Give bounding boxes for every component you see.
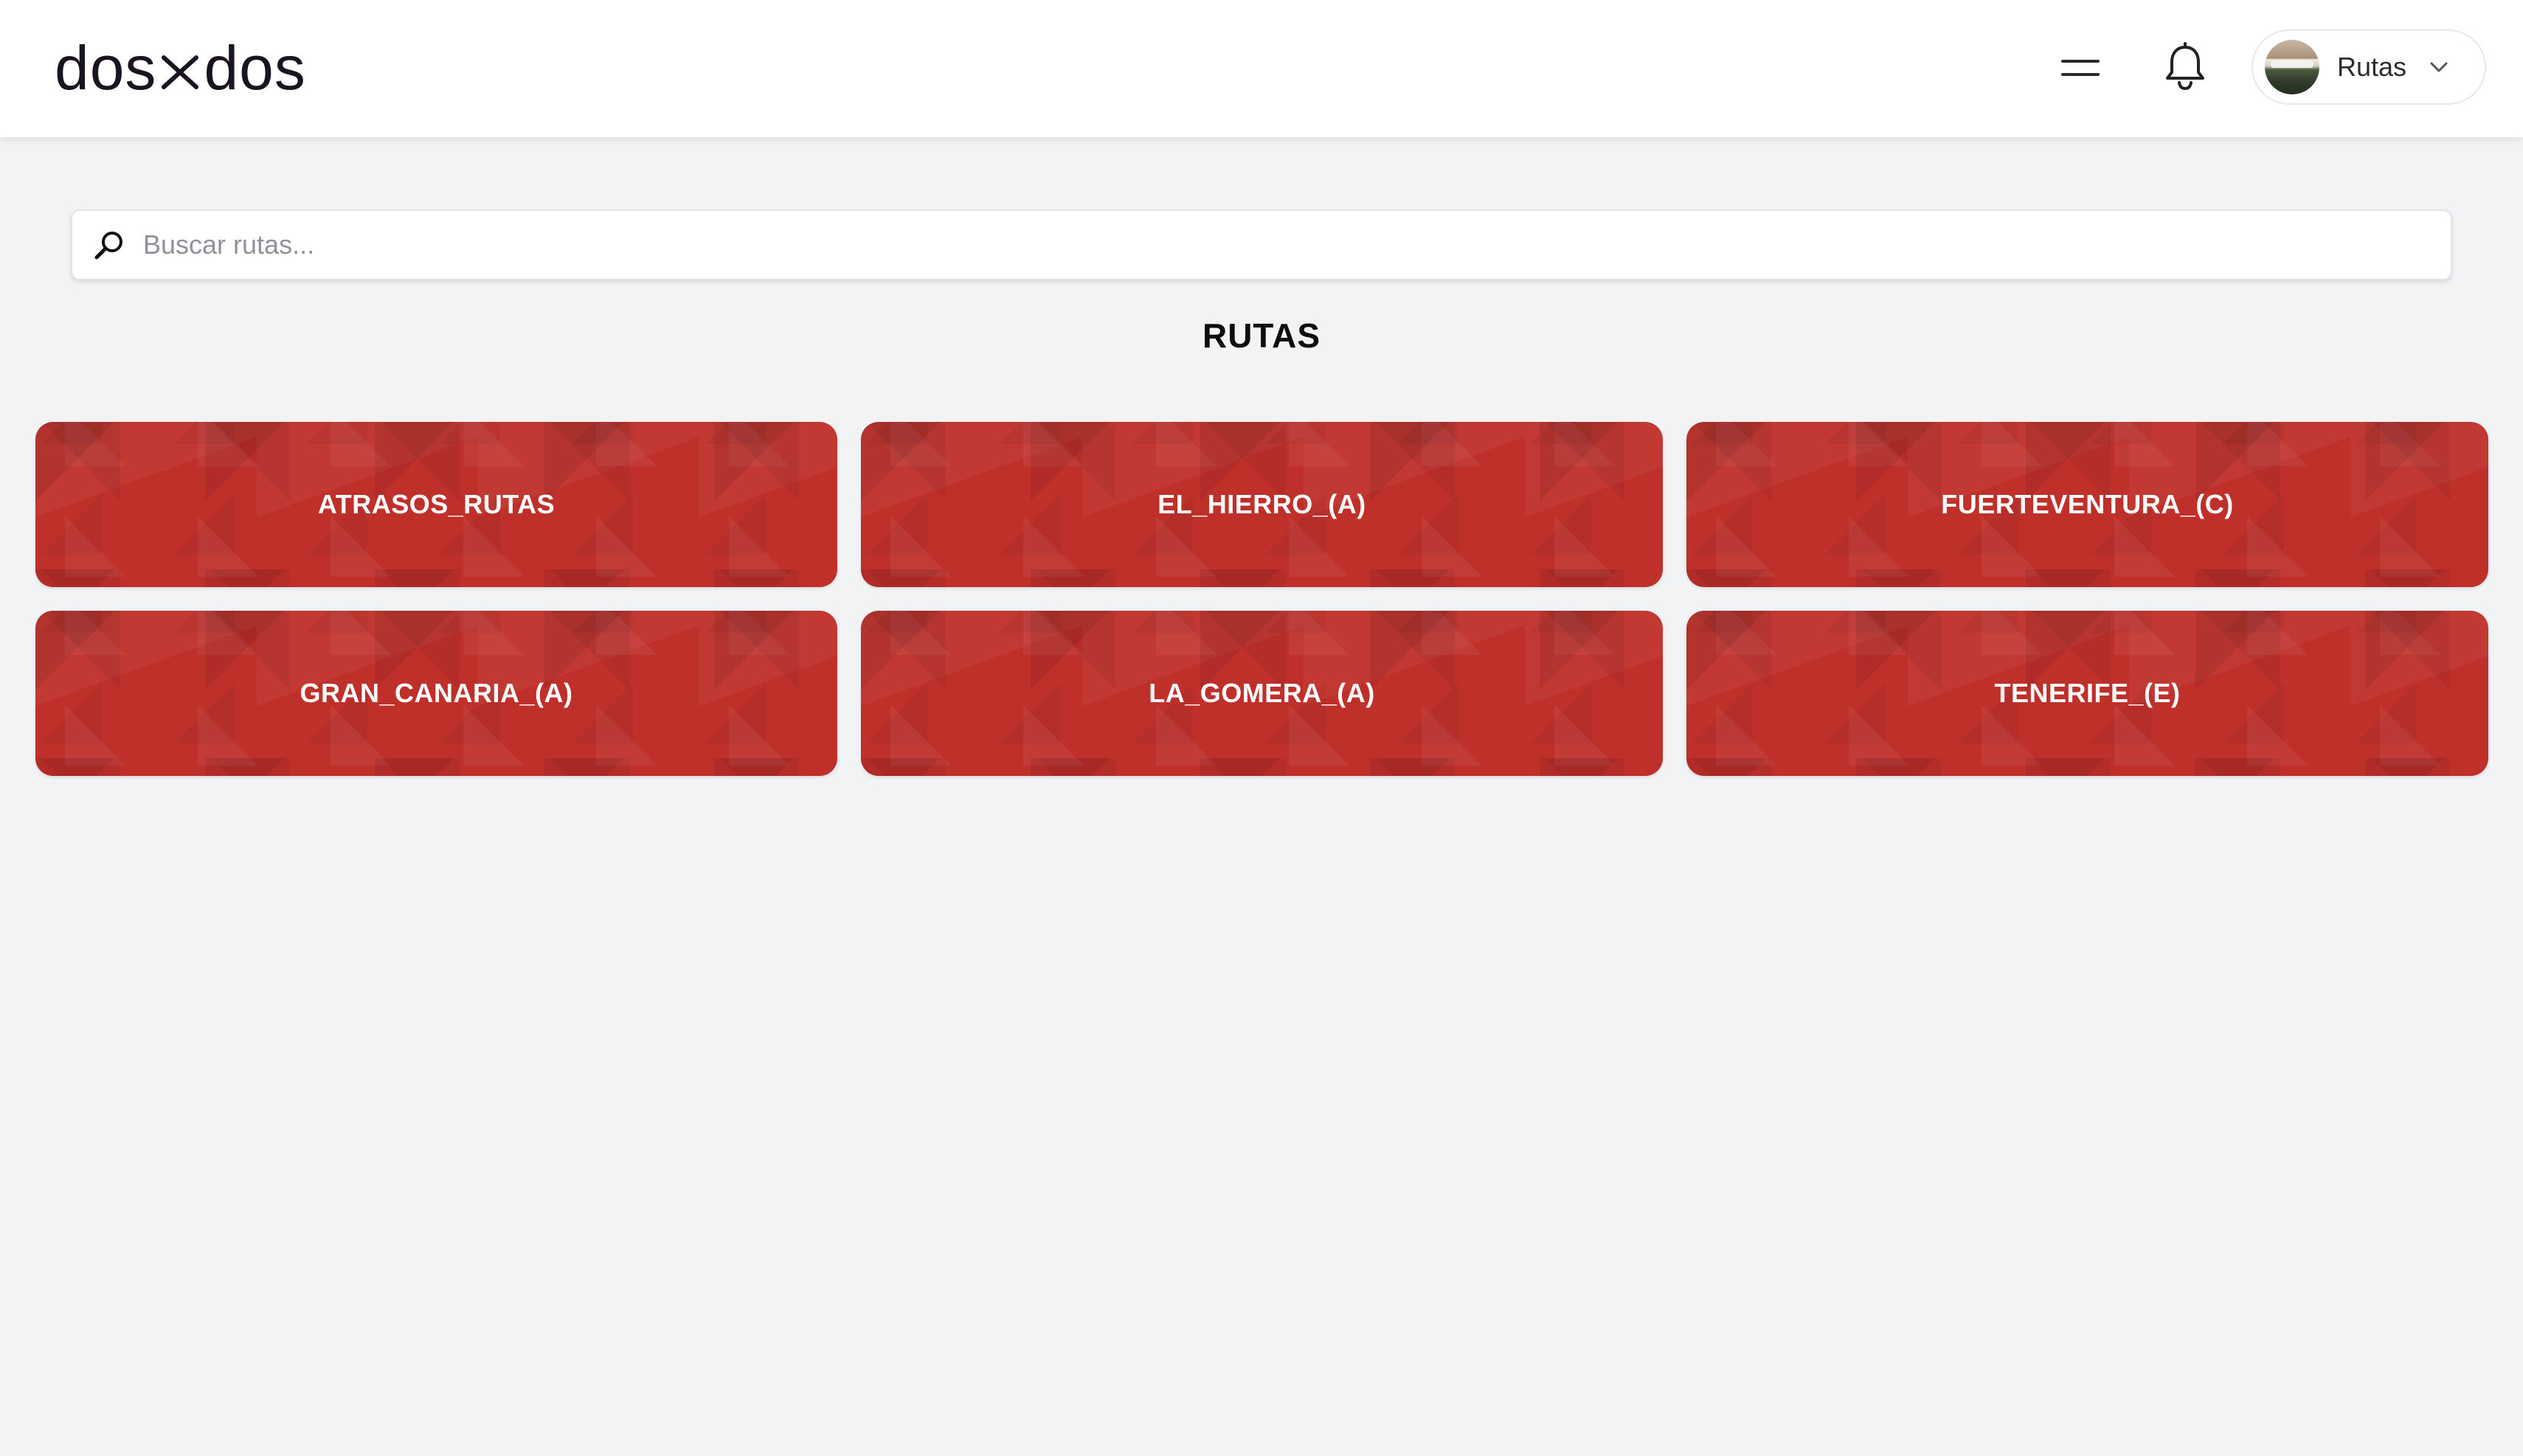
route-card-label: LA_GOMERA_(A) [1149, 678, 1375, 708]
route-card-el-hierro[interactable]: EL_HIERRO_(A) [861, 422, 1663, 587]
route-card-label: GRAN_CANARIA_(A) [300, 678, 573, 708]
top-navigation-bar: dos dos Rutas [0, 0, 2523, 137]
route-card-label: FUERTEVENTURA_(C) [1941, 489, 2234, 519]
user-menu-button[interactable]: Rutas [2252, 30, 2486, 105]
route-card-label: EL_HIERRO_(A) [1157, 489, 1366, 519]
route-card-fuerteventura[interactable]: FUERTEVENTURA_(C) [1686, 422, 2488, 587]
user-menu-label: Rutas [2337, 52, 2407, 82]
route-card-atrasos-rutas[interactable]: ATRASOS_RUTAS [35, 422, 837, 587]
search-bar [71, 209, 2452, 280]
route-card-label: ATRASOS_RUTAS [317, 489, 556, 519]
chevron-down-icon [2430, 62, 2448, 72]
menu-bar-top [2061, 60, 2100, 63]
menu-bar-bottom [2061, 73, 2100, 76]
search-input[interactable] [142, 222, 2417, 268]
search-icon [94, 232, 122, 260]
logo-cross-mark [162, 55, 199, 89]
routes-grid: ATRASOS_RUTAS EL_HIERRO_(A) FUERTEVENTUR… [35, 422, 2488, 776]
route-card-la-gomera[interactable]: LA_GOMERA_(A) [861, 611, 1663, 776]
bell-icon[interactable] [2163, 41, 2207, 93]
brand-logo[interactable]: dos dos [55, 37, 306, 99]
route-card-tenerife[interactable]: TENERIFE_(E) [1686, 611, 2488, 776]
avatar [2265, 40, 2319, 94]
logo-text-left: dos [55, 33, 157, 103]
hamburger-menu-icon[interactable] [2058, 47, 2102, 89]
page-title: RUTAS [1202, 316, 1321, 355]
route-card-label: TENERIFE_(E) [1994, 678, 2181, 708]
logo-text-right: dos [204, 33, 306, 103]
route-card-gran-canaria[interactable]: GRAN_CANARIA_(A) [35, 611, 837, 776]
